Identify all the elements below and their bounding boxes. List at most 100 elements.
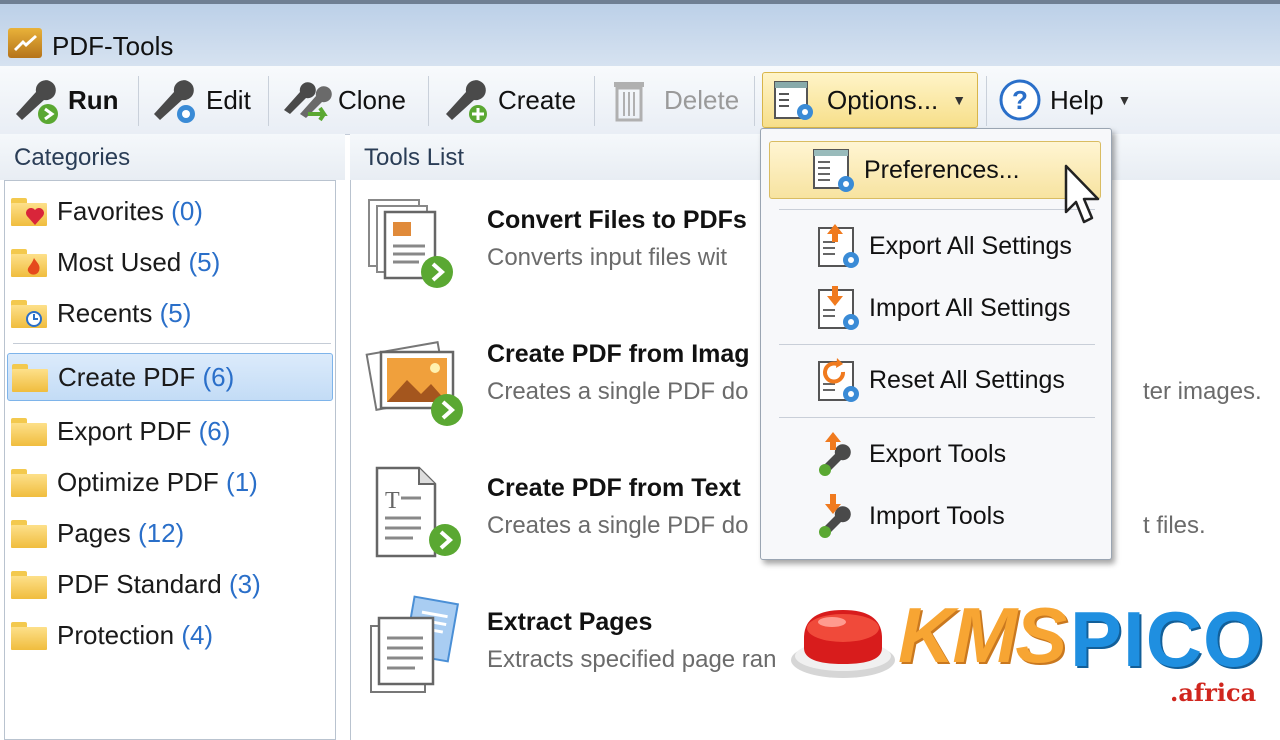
- window-title: PDF-Tools: [52, 31, 174, 61]
- export-tools-icon: [813, 430, 863, 478]
- folder-icon: [11, 620, 49, 650]
- tool-title: Create PDF from Text: [487, 474, 741, 502]
- category-label: Optimize PDF: [57, 466, 219, 497]
- delete-label: Delete: [664, 84, 740, 115]
- extract-pages-icon: [363, 592, 473, 702]
- menu-item-reset-all-settings[interactable]: Reset All Settings: [769, 351, 1101, 409]
- svg-text:?: ?: [1012, 85, 1028, 115]
- menu-separator: [779, 344, 1095, 345]
- watermark-kms: KMS: [898, 591, 1067, 679]
- tool-description: Creates a single PDF do: [487, 512, 749, 539]
- category-count: (5): [188, 246, 221, 277]
- tool-description-tail: t files.: [1143, 512, 1206, 539]
- menu-item-preferences[interactable]: Preferences...: [769, 141, 1101, 199]
- help-button[interactable]: ? Help ▼: [994, 72, 1131, 128]
- menu-separator: [779, 417, 1095, 418]
- tool-description: Creates a single PDF do: [487, 378, 749, 405]
- create-label: Create: [498, 84, 577, 115]
- category-count: (3): [228, 568, 261, 599]
- clone-button[interactable]: Clone: [278, 72, 406, 128]
- clone-icon: [278, 74, 334, 126]
- clone-label: Clone: [338, 84, 406, 115]
- help-icon: ?: [994, 74, 1046, 126]
- categories-header: Categories: [0, 134, 345, 180]
- recents-folder-icon: [11, 298, 49, 328]
- category-count: (5): [159, 297, 192, 328]
- tool-title: Extract Pages: [487, 608, 653, 636]
- category-optimize-pdf[interactable]: Optimize PDF (1): [7, 458, 333, 506]
- category-count: (0): [171, 195, 203, 226]
- category-divider: [13, 343, 331, 344]
- category-pages[interactable]: Pages (12): [7, 509, 333, 557]
- category-label: Create PDF: [58, 361, 196, 392]
- toolbar-separator: [986, 76, 987, 126]
- category-label: Pages: [57, 517, 131, 548]
- menu-item-export-all-settings[interactable]: Export All Settings: [769, 217, 1101, 275]
- category-recents[interactable]: Recents (5): [7, 289, 333, 337]
- category-count: (6): [198, 415, 231, 446]
- toolbar-separator: [594, 76, 595, 126]
- watermark-domain: .africa: [1170, 678, 1257, 707]
- category-label: Recents: [57, 297, 153, 328]
- category-count: (6): [202, 361, 235, 392]
- category-create-pdf[interactable]: Create PDF (6): [7, 353, 333, 401]
- category-label: PDF Standard: [57, 568, 222, 599]
- title-bar: PDF-Tools: [0, 0, 1280, 66]
- edit-button[interactable]: Edit: [146, 72, 251, 128]
- menu-item-label: Reset All Settings: [869, 365, 1065, 394]
- red-button-icon: [791, 610, 895, 678]
- preferences-icon: [808, 146, 858, 194]
- edit-label: Edit: [206, 84, 251, 115]
- category-count: (4): [181, 619, 214, 650]
- menu-item-label: Import Tools: [869, 501, 1005, 530]
- toolbar-separator: [138, 76, 139, 126]
- menu-separator: [779, 209, 1095, 210]
- menu-item-import-tools[interactable]: Import Tools: [769, 487, 1101, 545]
- trash-icon: [604, 74, 660, 126]
- create-from-images-icon: [363, 324, 473, 434]
- menu-item-label: Export All Settings: [869, 231, 1072, 260]
- category-pdf-standard[interactable]: PDF Standard (3): [7, 560, 333, 608]
- create-button[interactable]: Create: [438, 72, 576, 128]
- menu-item-label: Import All Settings: [869, 293, 1071, 322]
- help-label: Help: [1050, 84, 1104, 115]
- category-label: Protection: [57, 619, 175, 650]
- category-most-used[interactable]: Most Used (5): [7, 238, 333, 286]
- delete-button[interactable]: Delete: [604, 72, 739, 128]
- wrench-gear-icon: [146, 74, 202, 126]
- svg-text:T: T: [385, 488, 400, 514]
- convert-files-icon: [363, 190, 473, 300]
- watermark-pico: PICO: [1070, 595, 1265, 683]
- tool-title: Create PDF from Imag: [487, 340, 750, 368]
- create-from-text-icon: T: [363, 458, 473, 568]
- wrench-plus-icon: [438, 74, 494, 126]
- folder-icon: [11, 518, 49, 548]
- menu-item-label: Preferences...: [864, 155, 1020, 184]
- folder-icon: [11, 569, 49, 599]
- most-used-folder-icon: [11, 247, 49, 277]
- category-favorites[interactable]: Favorites (0): [7, 187, 333, 235]
- tool-description: Extracts specified page ran: [487, 646, 777, 673]
- folder-icon: [11, 467, 49, 497]
- chevron-down-icon: ▼: [952, 92, 967, 108]
- category-protection[interactable]: Protection (4): [7, 611, 333, 659]
- menu-item-import-all-settings[interactable]: Import All Settings: [769, 279, 1101, 337]
- tool-title: Convert Files to PDFs: [487, 206, 747, 234]
- reset-settings-icon: [813, 356, 863, 404]
- options-label: Options...: [827, 84, 939, 115]
- category-export-pdf[interactable]: Export PDF (6): [7, 407, 333, 455]
- menu-item-export-tools[interactable]: Export Tools: [769, 425, 1101, 483]
- run-button[interactable]: Run: [8, 72, 119, 128]
- import-settings-icon: [813, 284, 863, 332]
- options-button[interactable]: Options... ▼: [762, 72, 978, 128]
- category-label: Export PDF: [57, 415, 192, 446]
- app-logo-icon: [8, 28, 42, 58]
- import-tools-icon: [813, 492, 863, 540]
- categories-list: Favorites (0) Most Used (5) Recents (5) …: [4, 180, 336, 740]
- run-label: Run: [68, 84, 119, 115]
- toolbar-separator: [754, 76, 755, 126]
- toolbar: Run Edit Clone Create Delete Options... …: [0, 66, 1280, 135]
- options-icon: [767, 74, 823, 126]
- tool-description: Converts input files wit: [487, 244, 728, 271]
- tool-description-tail: ter images.: [1143, 378, 1262, 405]
